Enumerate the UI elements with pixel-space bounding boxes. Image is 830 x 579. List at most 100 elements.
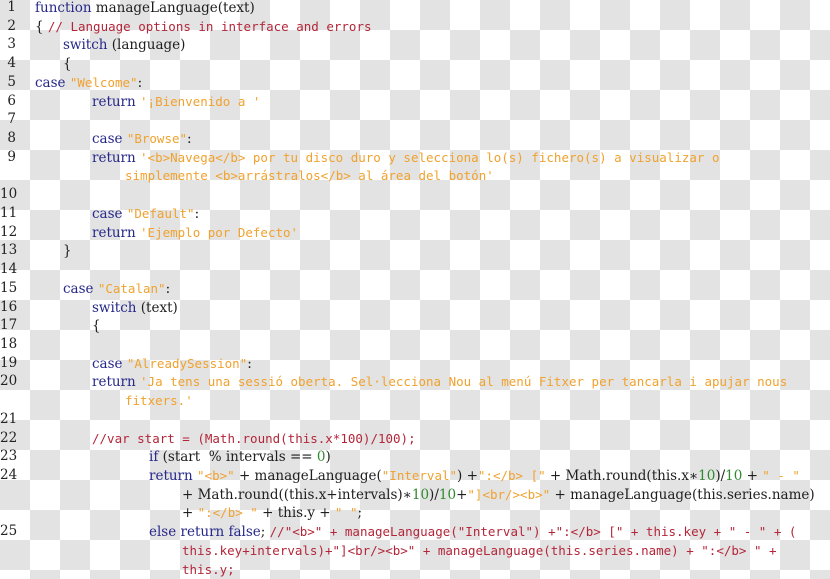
line-number: 23	[0, 448, 18, 465]
line-code: if (start % intervals == 0)	[149, 447, 331, 467]
code-token: +	[456, 486, 468, 503]
line-number: 2	[7, 17, 16, 34]
line-number: 19	[0, 354, 18, 371]
line-number: 4	[7, 55, 16, 72]
code-token: )	[325, 449, 331, 466]
code-token: + Math.round(this.x∗	[545, 468, 699, 484]
line-number: 20	[0, 373, 18, 390]
line-code: function manageLanguage(text)	[35, 0, 255, 18]
code-line-continuation: + ":</b> " + this.y + " ";	[0, 503, 830, 522]
code-token: )/	[715, 468, 726, 484]
code-line: 3 switch (language)	[0, 35, 830, 54]
code-line: 19 case "AlreadySession":	[0, 354, 830, 373]
keyword-token: return	[149, 468, 193, 484]
code-token: (language)	[107, 37, 186, 54]
line-number: 3	[7, 36, 16, 53]
string-token: '<b>Navega</b> por tu disco duro y selec…	[140, 149, 720, 165]
line-number: 13	[0, 242, 18, 259]
line-number: 9	[7, 148, 16, 165]
line-code: this.key+intervals)+"]<br/><b>" + manage…	[182, 541, 777, 560]
line-number: 6	[7, 92, 16, 109]
keyword-token: return	[92, 374, 136, 391]
string-token: ":</b> ["	[477, 468, 546, 483]
line-code: {	[92, 316, 101, 336]
code-line: 18	[0, 335, 830, 354]
line-code: return 'Ejemplo por Defecto'	[92, 223, 298, 243]
keyword-token: case	[63, 280, 94, 297]
code-token: {	[92, 318, 101, 335]
comment-token: //var start = (Math.round(this.x*100)/10…	[92, 430, 416, 446]
code-line: 9 return '<b>Navega</b> por tu disco duro…	[0, 148, 830, 167]
code-line: 12 return 'Ejemplo por Defecto'	[0, 223, 830, 242]
string-token: '¡Bienvenido a '	[140, 93, 261, 109]
string-token: " - "	[762, 468, 800, 483]
code-token: (start % intervals ==	[158, 449, 317, 466]
string-token: "Interval"	[381, 468, 458, 483]
line-code: switch (text)	[92, 298, 178, 318]
code-line-continuation: fitxers.'	[0, 391, 830, 410]
line-code: + Math.round((this.x+intervals)∗10)/10+"…	[182, 485, 815, 505]
code-line-continuation: + Math.round((this.x+intervals)∗10)/10+"…	[0, 485, 830, 504]
code-line: 4{	[0, 54, 830, 73]
code-token: :	[247, 355, 252, 372]
line-code: fitxers.'	[125, 391, 193, 410]
code-line: 21	[0, 410, 830, 429]
keyword-token: return	[92, 93, 136, 110]
code-token: ) +	[457, 468, 478, 484]
code-token: + this.y +	[257, 505, 335, 522]
code-token: + manageLanguage(this.series.name)	[550, 486, 815, 503]
string-token: fitxers.'	[125, 393, 193, 409]
line-code: else return false; //"<b>" + manageLangu…	[149, 522, 796, 542]
keyword-token: else return false	[149, 524, 261, 541]
string-token: "]<br/><b>"	[467, 486, 551, 502]
line-code: + ":</b> " + this.y + " ";	[182, 503, 362, 523]
keyword-token: switch	[92, 299, 137, 316]
code-line: 15 case "Catalan":	[0, 279, 830, 298]
code-line-continuation: this.key+intervals)+"]<br/><b>" + manage…	[0, 541, 830, 560]
string-token: "<b>"	[197, 468, 235, 483]
line-number: 5	[7, 73, 16, 90]
line-code: return "<b>" + manageLanguage("Interval"…	[149, 466, 800, 486]
number-token: 10	[438, 486, 457, 503]
keyword-token: return	[92, 149, 136, 166]
line-code: { // Language options in interface and e…	[35, 17, 372, 37]
line-number: 14	[0, 261, 18, 278]
line-number: 1	[7, 0, 16, 15]
code-token: :	[194, 205, 200, 222]
line-code: case "Browse":	[92, 129, 192, 149]
number-token: 10	[725, 468, 743, 484]
string-token: 'Ja tens una sessió oberta. Sel·lecciona…	[140, 374, 788, 390]
line-number: 25	[0, 523, 18, 540]
line-code: case "Welcome":	[35, 73, 142, 93]
line-number: 17	[0, 317, 18, 334]
keyword-token: case	[92, 131, 123, 148]
line-code: switch (language)	[63, 35, 185, 55]
code-line: 6 return '¡Bienvenido a '	[0, 92, 830, 111]
line-number: 15	[0, 279, 18, 296]
code-token: (text)	[136, 299, 178, 316]
line-number: 10	[0, 186, 18, 203]
code-line-continuation: simplemente <b>arrástralos</b> al área d…	[0, 166, 830, 185]
code-token: ;	[260, 524, 270, 541]
line-code: {	[63, 54, 72, 74]
code-line: 22 //var start = (Math.round(this.x*100)/…	[0, 429, 830, 448]
code-line: 8 case "Browse":	[0, 129, 830, 148]
comment-token: this.y;	[182, 561, 235, 577]
line-number: 22	[0, 429, 18, 446]
line-code: case "AlreadySession":	[92, 354, 252, 374]
code-line: 2 { // Language options in interface and …	[0, 17, 830, 36]
line-code: }	[63, 241, 72, 261]
code-token: manageLanguage(text)	[91, 0, 255, 16]
keyword-token: case	[92, 355, 123, 372]
line-code: simplemente <b>arrástralos</b> al área d…	[125, 166, 494, 185]
string-token: simplemente <b>arrástralos</b> al área d…	[125, 168, 494, 184]
code-token: {	[35, 18, 48, 35]
number-token: 10	[698, 468, 716, 484]
number-token: 10	[411, 486, 430, 503]
code-line: 25 else return false; //"<b>" + manageLan…	[0, 522, 830, 541]
line-number: 8	[7, 130, 16, 147]
line-number: 7	[7, 111, 16, 128]
code-token: +	[182, 505, 198, 522]
string-token: "Browse"	[126, 131, 188, 147]
code-line: 11 case "Default":	[0, 204, 830, 223]
